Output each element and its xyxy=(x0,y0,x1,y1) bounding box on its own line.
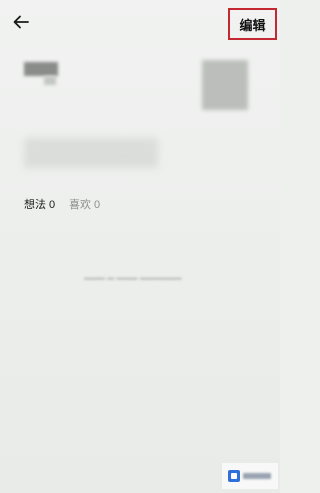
user-meta-blurred xyxy=(44,76,56,85)
site-logo-icon xyxy=(228,470,240,482)
watermark-text-blurred xyxy=(243,473,271,479)
back-button[interactable] xyxy=(10,12,32,32)
bio-blurred xyxy=(24,138,158,168)
username-blurred xyxy=(24,62,58,76)
tab-thoughts[interactable]: 想法 0 xyxy=(24,196,55,212)
empty-state-hint: ▁▁▁ ▁ ▁▁▁ ▁▁▁▁▁▁ xyxy=(84,269,182,279)
avatar[interactable] xyxy=(202,60,248,110)
arrow-left-icon xyxy=(13,15,29,29)
site-watermark xyxy=(222,463,278,489)
profile-screen: 编辑 想法 0 喜欢 0 ▁▁▁ ▁ ▁▁▁ ▁▁▁▁▁▁ xyxy=(0,0,280,493)
edit-button[interactable]: 编辑 xyxy=(228,8,277,40)
tab-likes[interactable]: 喜欢 0 xyxy=(69,196,100,212)
